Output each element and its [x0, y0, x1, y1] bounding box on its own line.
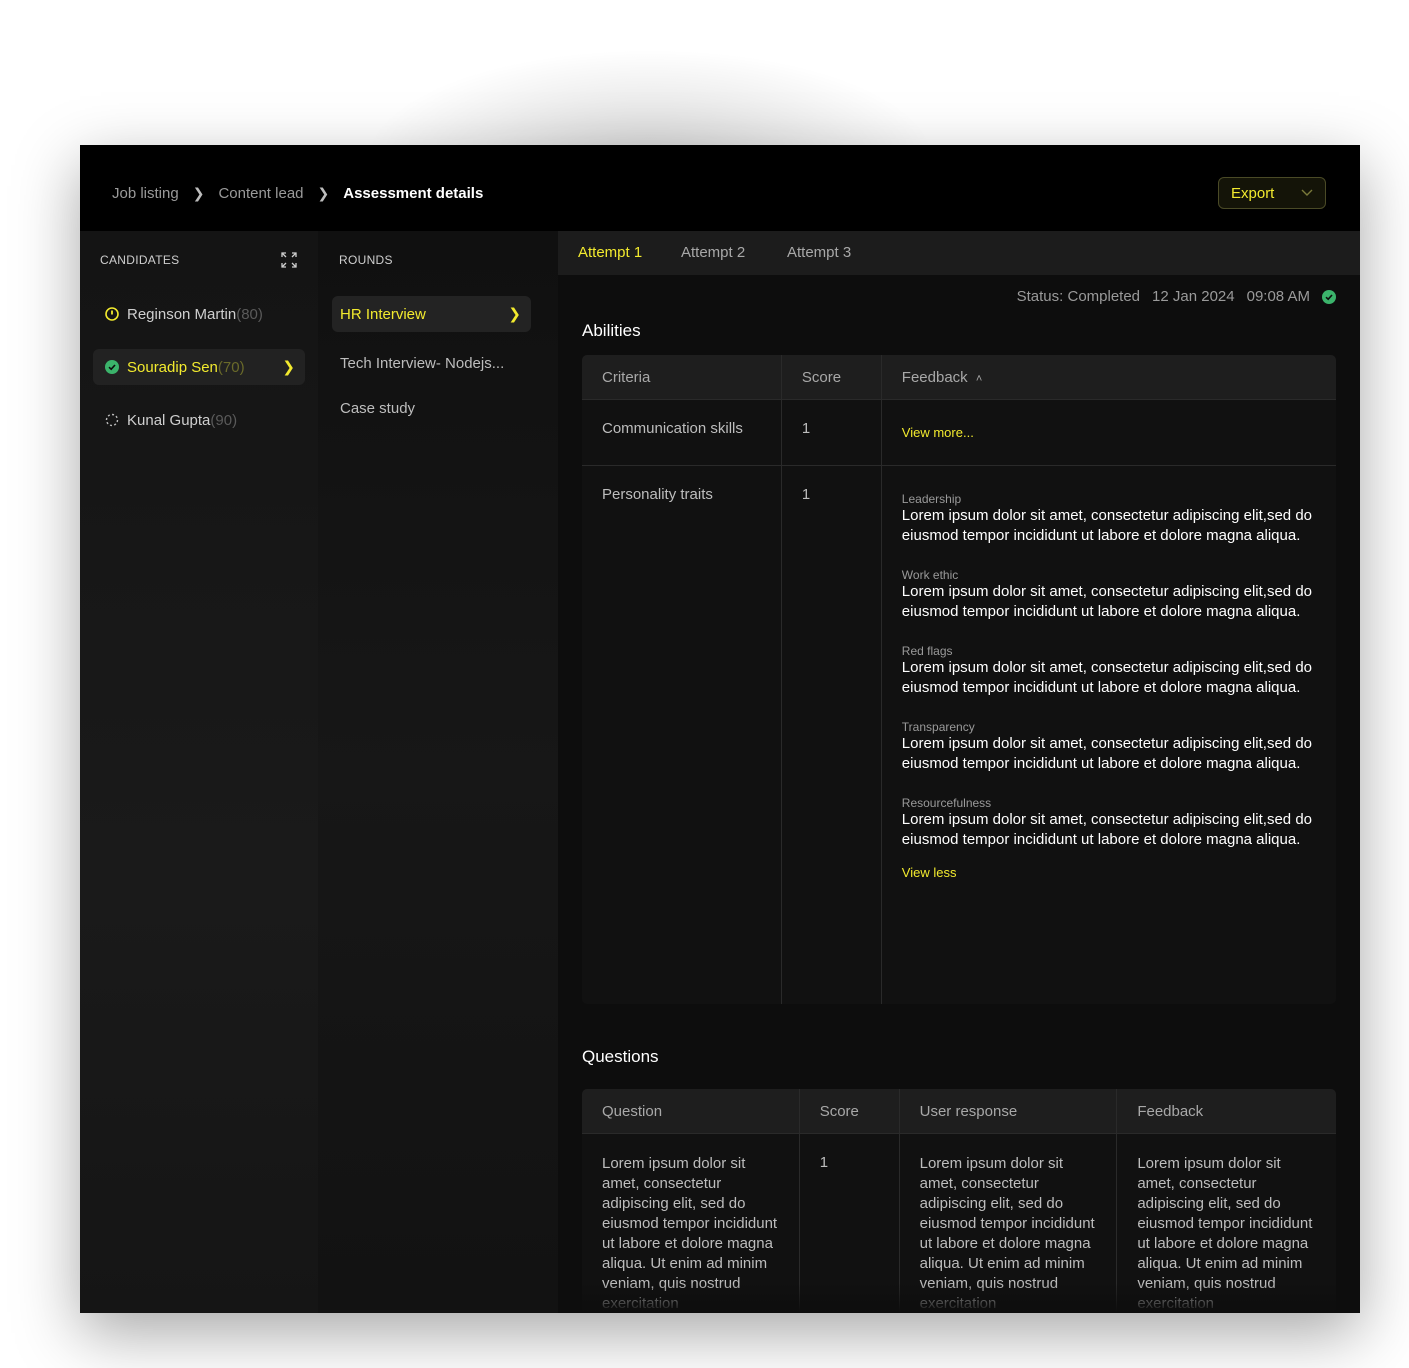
status-label: Status: Completed: [1016, 288, 1141, 305]
round-item-tech-interview[interactable]: Tech Interview- Nodejs...: [332, 345, 531, 381]
breadcrumb-current: Assessment details: [343, 185, 484, 202]
column-header-feedback[interactable]: Feedback ˄: [881, 355, 1336, 400]
feedback-text: Lorem ipsum dolor sit amet, consectetur …: [901, 811, 1312, 848]
app-window: Job listing ❯ Content lead ❯ Assessment …: [80, 145, 1360, 1313]
feedback-header-label: Feedback: [901, 368, 968, 386]
tab-attempt-3[interactable]: Attempt 3: [787, 244, 851, 261]
feedback-label: Red flags: [901, 644, 953, 658]
breadcrumb-job-listing[interactable]: Job listing: [112, 185, 179, 202]
tab-attempt-2[interactable]: Attempt 2: [681, 244, 745, 261]
abilities-title: Abilities: [582, 321, 641, 340]
feedback-cell: View more...: [881, 399, 1336, 466]
column-header-score: Score: [799, 1089, 900, 1134]
bottom-fade: [558, 1283, 1360, 1313]
export-button[interactable]: Export: [1218, 177, 1326, 209]
candidate-name: Reginson Martin: [127, 305, 237, 323]
feedback-label: Resourcefulness: [901, 796, 992, 810]
breadcrumb: Job listing ❯ Content lead ❯ Assessment …: [112, 185, 483, 202]
candidate-item-souradip[interactable]: Souradip Sen (70) ❯: [93, 349, 305, 385]
round-item-case-study[interactable]: Case study: [332, 390, 531, 426]
round-label: Tech Interview- Nodejs...: [340, 354, 505, 372]
column-header-criteria: Criteria: [582, 355, 782, 400]
feedback-text: Lorem ipsum dolor sit amet, consectetur …: [901, 507, 1312, 544]
breadcrumb-content-lead[interactable]: Content lead: [218, 185, 303, 202]
assessment-detail-panel: Attempt 1 Attempt 2 Attempt 3 Status: Co…: [558, 231, 1360, 1313]
feedback-label: Work ethic: [901, 568, 959, 582]
candidate-score: (90): [210, 411, 238, 429]
table-row: Personality traits 1 Leadership Lorem ip…: [582, 465, 1336, 1004]
status-line: Status: Completed 12 Jan 2024 09:08 AM: [1005, 288, 1336, 305]
feedback-text: Lorem ipsum dolor sit amet, consectetur …: [901, 659, 1312, 696]
criteria-cell: Communication skills: [582, 399, 782, 466]
view-less-link[interactable]: View less: [902, 865, 957, 880]
status-time: 09:08 AM: [1246, 288, 1310, 305]
attempt-tabs: Attempt 1 Attempt 2 Attempt 3: [558, 231, 1360, 275]
candidates-header: CANDIDATES: [100, 253, 180, 267]
feedback-text: Lorem ipsum dolor sit amet, consectetur …: [901, 735, 1312, 772]
criteria-cell: Personality traits: [582, 465, 782, 1004]
view-more-link[interactable]: View more...: [902, 425, 974, 440]
feedback-cell: Leadership Lorem ipsum dolor sit amet, c…: [881, 465, 1336, 1004]
questions-table: Question Score User response Feedback Lo…: [581, 1088, 1337, 1313]
candidate-name: Kunal Gupta: [127, 411, 211, 429]
column-header-user-response: User response: [899, 1089, 1118, 1134]
column-header-feedback: Feedback: [1116, 1089, 1336, 1134]
candidates-panel: CANDIDATES Reginson Martin (80) Souradip…: [80, 231, 318, 1313]
feedback-label: Leadership: [901, 492, 962, 506]
table-row: Communication skills 1 View more...: [582, 399, 1336, 466]
chevron-right-icon: ❯: [317, 185, 330, 201]
feedback-label: Transparency: [901, 720, 975, 734]
clock-icon: [105, 307, 119, 321]
chevron-up-icon: ˄: [975, 372, 983, 385]
export-label: Export: [1231, 184, 1275, 202]
rounds-panel: ROUNDS HR Interview ❯ Tech Interview- No…: [318, 231, 558, 1313]
column-header-score: Score: [781, 355, 882, 400]
candidate-item-kunal[interactable]: Kunal Gupta (90): [93, 402, 305, 438]
chevron-right-icon: ❯: [192, 185, 205, 201]
loading-spinner-icon: [105, 413, 119, 427]
column-header-question: Question: [582, 1089, 800, 1134]
candidate-score: (80): [236, 305, 263, 323]
feedback-text: Lorem ipsum dolor sit amet, consectetur …: [901, 583, 1312, 620]
candidate-score: (70): [217, 358, 245, 376]
round-label: Case study: [340, 399, 416, 417]
expand-icon[interactable]: [280, 251, 298, 269]
candidate-name: Souradip Sen: [127, 358, 218, 376]
round-item-hr-interview[interactable]: HR Interview ❯: [332, 296, 531, 332]
score-cell: 1: [781, 399, 882, 466]
score-cell: 1: [781, 465, 882, 1004]
chevron-right-icon: ❯: [508, 306, 521, 323]
tab-attempt-1[interactable]: Attempt 1: [578, 244, 642, 261]
rounds-header: ROUNDS: [339, 253, 393, 267]
chevron-right-icon: ❯: [282, 359, 295, 376]
check-circle-icon: [105, 360, 119, 374]
check-circle-icon: [1322, 289, 1336, 304]
questions-title: Questions: [582, 1047, 659, 1066]
abilities-table: Criteria Score Feedback ˄ Communication …: [581, 354, 1337, 1005]
chevron-down-icon: [1301, 189, 1313, 196]
status-date: 12 Jan 2024: [1152, 288, 1235, 305]
round-label: HR Interview: [340, 305, 426, 323]
top-bar: Job listing ❯ Content lead ❯ Assessment …: [80, 145, 1360, 231]
candidate-item-reginson[interactable]: Reginson Martin (80): [93, 296, 305, 332]
